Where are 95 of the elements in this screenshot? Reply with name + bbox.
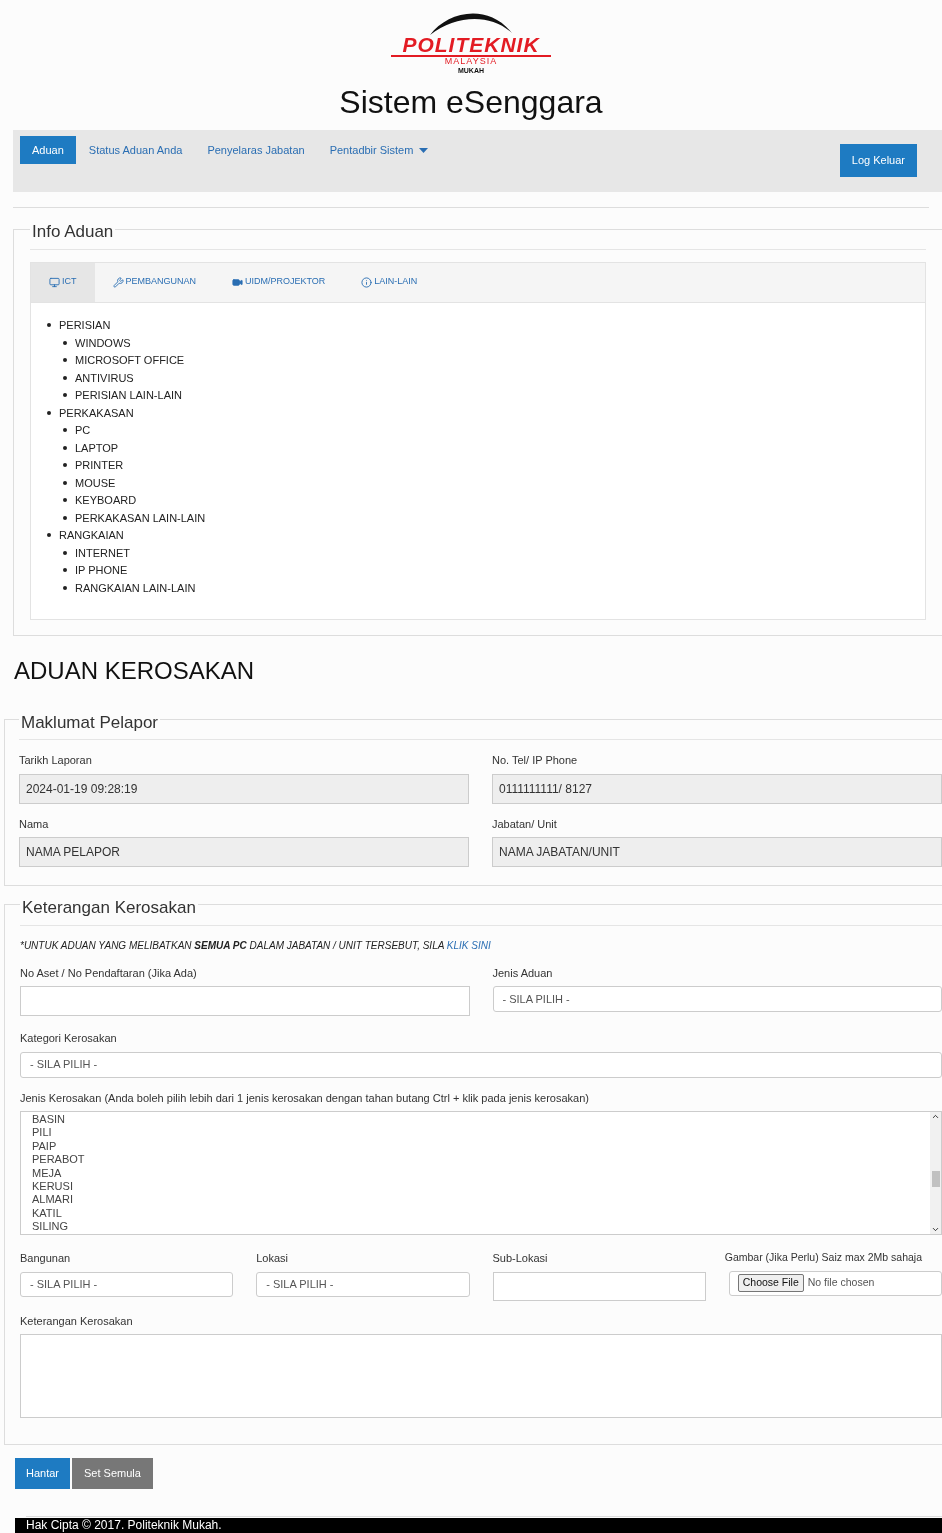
section-legend: Keterangan Kerosakan bbox=[20, 898, 198, 917]
bullet-icon bbox=[63, 445, 67, 450]
description-textarea[interactable] bbox=[20, 1334, 942, 1418]
select-field[interactable]: - SILA PILIH - bbox=[20, 1271, 234, 1297]
reset-button[interactable]: Set Semula bbox=[72, 1458, 153, 1489]
submit-button[interactable]: Hantar bbox=[15, 1458, 71, 1489]
field-label: Jenis Kerosakan (Anda boleh pilih lebih dari 1 jenis kerosakan dengan tahan butang Ctrl + klik pada jenis kerosakan) bbox=[20, 1090, 590, 1106]
field-label: Jenis Aduan bbox=[492, 965, 554, 981]
list-option[interactable]: KATIL bbox=[32, 1206, 930, 1221]
category-tab[interactable]: LAIN-LAIN bbox=[343, 262, 436, 302]
bullet-icon bbox=[47, 410, 51, 415]
nav-tab[interactable]: Penyelaras Jabatan bbox=[195, 136, 317, 164]
copyright-text: Hak Cipta © 2017. Politeknik Mukah. bbox=[26, 1518, 222, 1532]
tree-item: RANGKAIAN LAIN-LAIN bbox=[75, 580, 196, 596]
list-option[interactable]: MEJA bbox=[32, 1166, 930, 1181]
bullet-icon bbox=[47, 323, 51, 328]
tree-item: PC bbox=[75, 423, 91, 438]
field-label: Jabatan/ Unit bbox=[492, 816, 558, 832]
tree-item: INTERNET bbox=[75, 545, 130, 561]
notice-text: *UNTUK ADUAN YANG MELIBATKAN SEMUA PC DALAM JABATAN / UNIT TERSEBUT, SILA KLIK SINI bbox=[20, 938, 492, 953]
field-label: Keterangan Kerosakan bbox=[20, 1313, 134, 1329]
tree-item: PERKAKASAN LAIN-LAIN bbox=[75, 510, 206, 526]
field-label: Sub-Lokasi bbox=[492, 1251, 549, 1266]
bullet-icon bbox=[63, 358, 67, 363]
field-label: Nama bbox=[19, 816, 50, 832]
tree-item: KEYBOARD bbox=[75, 493, 137, 508]
list-option[interactable]: BASIN bbox=[32, 1113, 930, 1127]
tree-item: MOUSE bbox=[75, 475, 116, 491]
tree-item: WINDOWS bbox=[75, 335, 131, 351]
bullet-icon bbox=[63, 550, 67, 555]
field-label: No. Tel/ IP Phone bbox=[492, 753, 579, 768]
bullet-icon bbox=[63, 515, 67, 520]
choose-file-button[interactable]: Choose File bbox=[737, 1274, 804, 1293]
list-option[interactable]: PAIP bbox=[32, 1139, 930, 1154]
nav-tab[interactable]: Aduan bbox=[20, 136, 76, 164]
list-option[interactable]: PILI bbox=[32, 1126, 930, 1140]
bullet-icon bbox=[63, 585, 67, 590]
tree-item: RANGKAIAN bbox=[59, 528, 124, 543]
category-tab[interactable]: ICT bbox=[31, 262, 95, 302]
field-label: Gambar (Jika Perlu) Saiz max 2Mb sahaja bbox=[724, 1250, 923, 1265]
bullet-icon bbox=[63, 340, 67, 345]
readonly-field[interactable]: NAMA PELAPOR bbox=[19, 837, 469, 867]
video-camera-icon bbox=[232, 276, 243, 288]
tree-item: ANTIVIRUS bbox=[75, 370, 134, 386]
field-label: Tarikh Laporan bbox=[19, 753, 93, 768]
bullet-icon bbox=[63, 568, 67, 573]
tree-item: PERISIAN bbox=[59, 318, 111, 333]
tree-item: LAPTOP bbox=[75, 440, 119, 456]
list-option[interactable]: SILING bbox=[32, 1220, 930, 1234]
readonly-field[interactable]: 0111111111/ 8127 bbox=[492, 773, 942, 804]
select-field[interactable]: - SILA PILIH - bbox=[20, 1051, 942, 1078]
scroll-up-icon bbox=[931, 1112, 940, 1121]
scroll-down-icon bbox=[931, 1225, 940, 1234]
wrench-icon bbox=[112, 276, 124, 288]
field-label: No Aset / No Pendaftaran (Jika Ada) bbox=[20, 965, 198, 981]
nav-tab[interactable]: Status Aduan Anda bbox=[76, 136, 195, 164]
file-status: No file chosen bbox=[807, 1275, 875, 1291]
category-tab[interactable]: PEMBANGUNAN bbox=[94, 262, 214, 302]
scrollbar-thumb[interactable] bbox=[931, 1171, 940, 1187]
tree-item: PERISIAN LAIN-LAIN bbox=[75, 388, 182, 403]
list-option[interactable]: KERUSI bbox=[32, 1180, 930, 1194]
bullet-icon bbox=[63, 393, 67, 398]
readonly-field[interactable]: 2024-01-19 09:28:19 bbox=[19, 773, 469, 804]
select-field[interactable]: - SILA PILIH - bbox=[492, 986, 942, 1012]
bullet-icon bbox=[63, 480, 67, 485]
bullet-icon bbox=[63, 375, 67, 380]
logo-country: MALAYSIA bbox=[444, 57, 498, 66]
bullet-icon bbox=[47, 533, 51, 538]
bullet-icon bbox=[63, 428, 67, 433]
list-option[interactable]: PERABOT bbox=[32, 1153, 930, 1167]
field-label: Kategori Kerosakan bbox=[20, 1031, 118, 1046]
section-heading: ADUAN KEROSAKAN bbox=[14, 655, 256, 686]
asset-input[interactable] bbox=[20, 986, 470, 1016]
tree-item: IP PHONE bbox=[75, 563, 128, 578]
damage-listbox[interactable]: BASIN PILI PAIP PERABOT MEJA KERUSI ALMARI KATIL SILING bbox=[20, 1111, 942, 1235]
category-tab[interactable]: UIDM/PROJEKTOR bbox=[214, 262, 344, 302]
tree-item: PRINTER bbox=[75, 458, 124, 473]
tree-item: PERKAKASAN bbox=[59, 405, 134, 421]
nav-tab[interactable]: Pentadbir Sistem bbox=[317, 136, 441, 164]
bullet-icon bbox=[63, 498, 67, 503]
info-icon bbox=[361, 276, 373, 288]
list-option[interactable]: ALMARI bbox=[32, 1193, 930, 1207]
readonly-field[interactable]: NAMA JABATAN/UNIT bbox=[492, 837, 942, 867]
click-here-link[interactable]: KLIK SINI bbox=[446, 939, 491, 951]
sublocation-input[interactable] bbox=[492, 1271, 706, 1301]
logout-button[interactable]: Log Keluar bbox=[839, 144, 917, 177]
monitor-icon bbox=[49, 276, 60, 288]
tree-item: MICROSOFT OFFICE bbox=[75, 353, 185, 368]
page-title: Sistem eSenggara bbox=[339, 83, 603, 122]
bullet-icon bbox=[63, 463, 67, 468]
file-input[interactable]: Choose File No file chosen bbox=[728, 1270, 942, 1296]
field-label: Bangunan bbox=[20, 1251, 72, 1266]
select-field[interactable]: - SILA PILIH - bbox=[256, 1271, 470, 1297]
field-label: Lokasi bbox=[256, 1251, 290, 1266]
logo-name: POLITEKNIK bbox=[402, 34, 540, 55]
